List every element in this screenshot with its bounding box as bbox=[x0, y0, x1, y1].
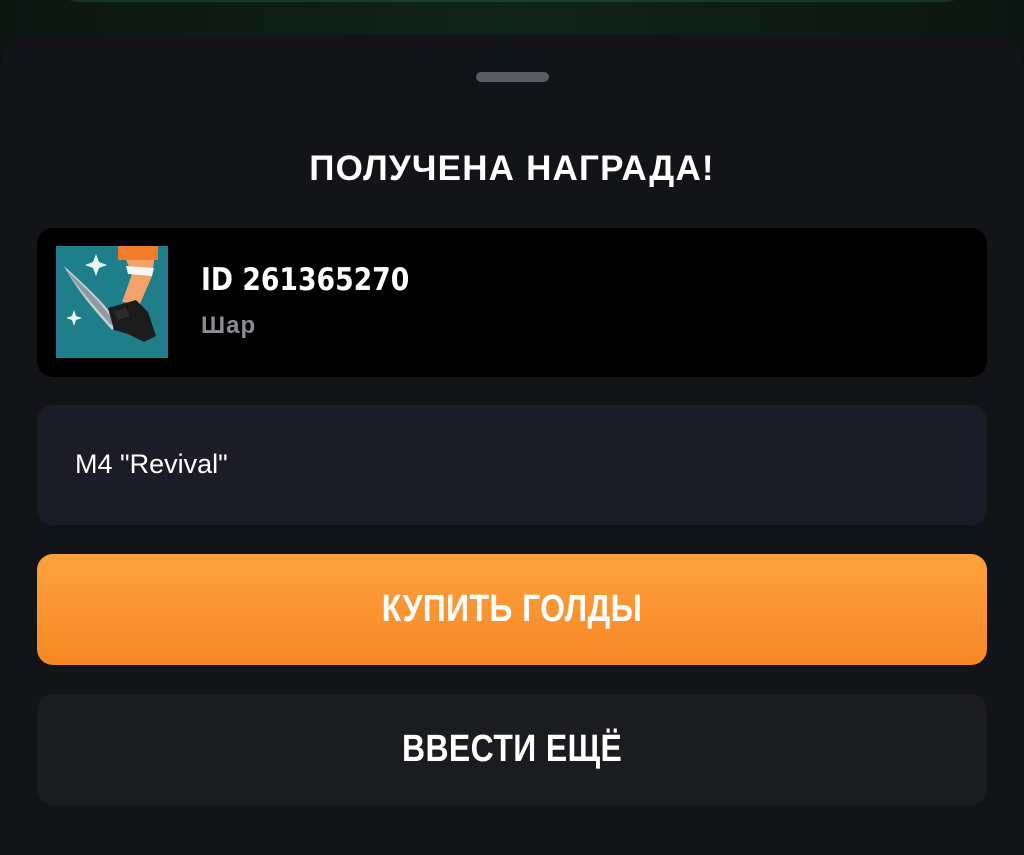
buy-gold-button[interactable]: КУПИТЬ ГОЛДЫ bbox=[37, 554, 987, 665]
buy-gold-label: КУПИТЬ ГОЛДЫ bbox=[381, 588, 643, 630]
reward-bottom-sheet: ПОЛУЧЕНА НАГРАДА! ID 261365270 Шар M4 "R… bbox=[0, 35, 1024, 855]
reward-item-field: M4 "Revival" bbox=[37, 405, 987, 525]
enter-more-label: ВВЕСТИ ЕЩЁ bbox=[401, 728, 623, 770]
sheet-drag-handle[interactable] bbox=[476, 72, 549, 82]
enter-more-button[interactable]: ВВЕСТИ ЕЩЁ bbox=[37, 694, 987, 805]
game-icon bbox=[56, 246, 168, 358]
dialog-title: ПОЛУЧЕНА НАГРАДА! bbox=[309, 149, 715, 188]
player-name: Шар bbox=[201, 312, 257, 339]
player-card: ID 261365270 Шар bbox=[37, 228, 987, 377]
player-id: ID 261365270 bbox=[201, 262, 410, 298]
banner-edge bbox=[60, 0, 964, 2]
reward-item-name: M4 "Revival" bbox=[75, 449, 228, 479]
